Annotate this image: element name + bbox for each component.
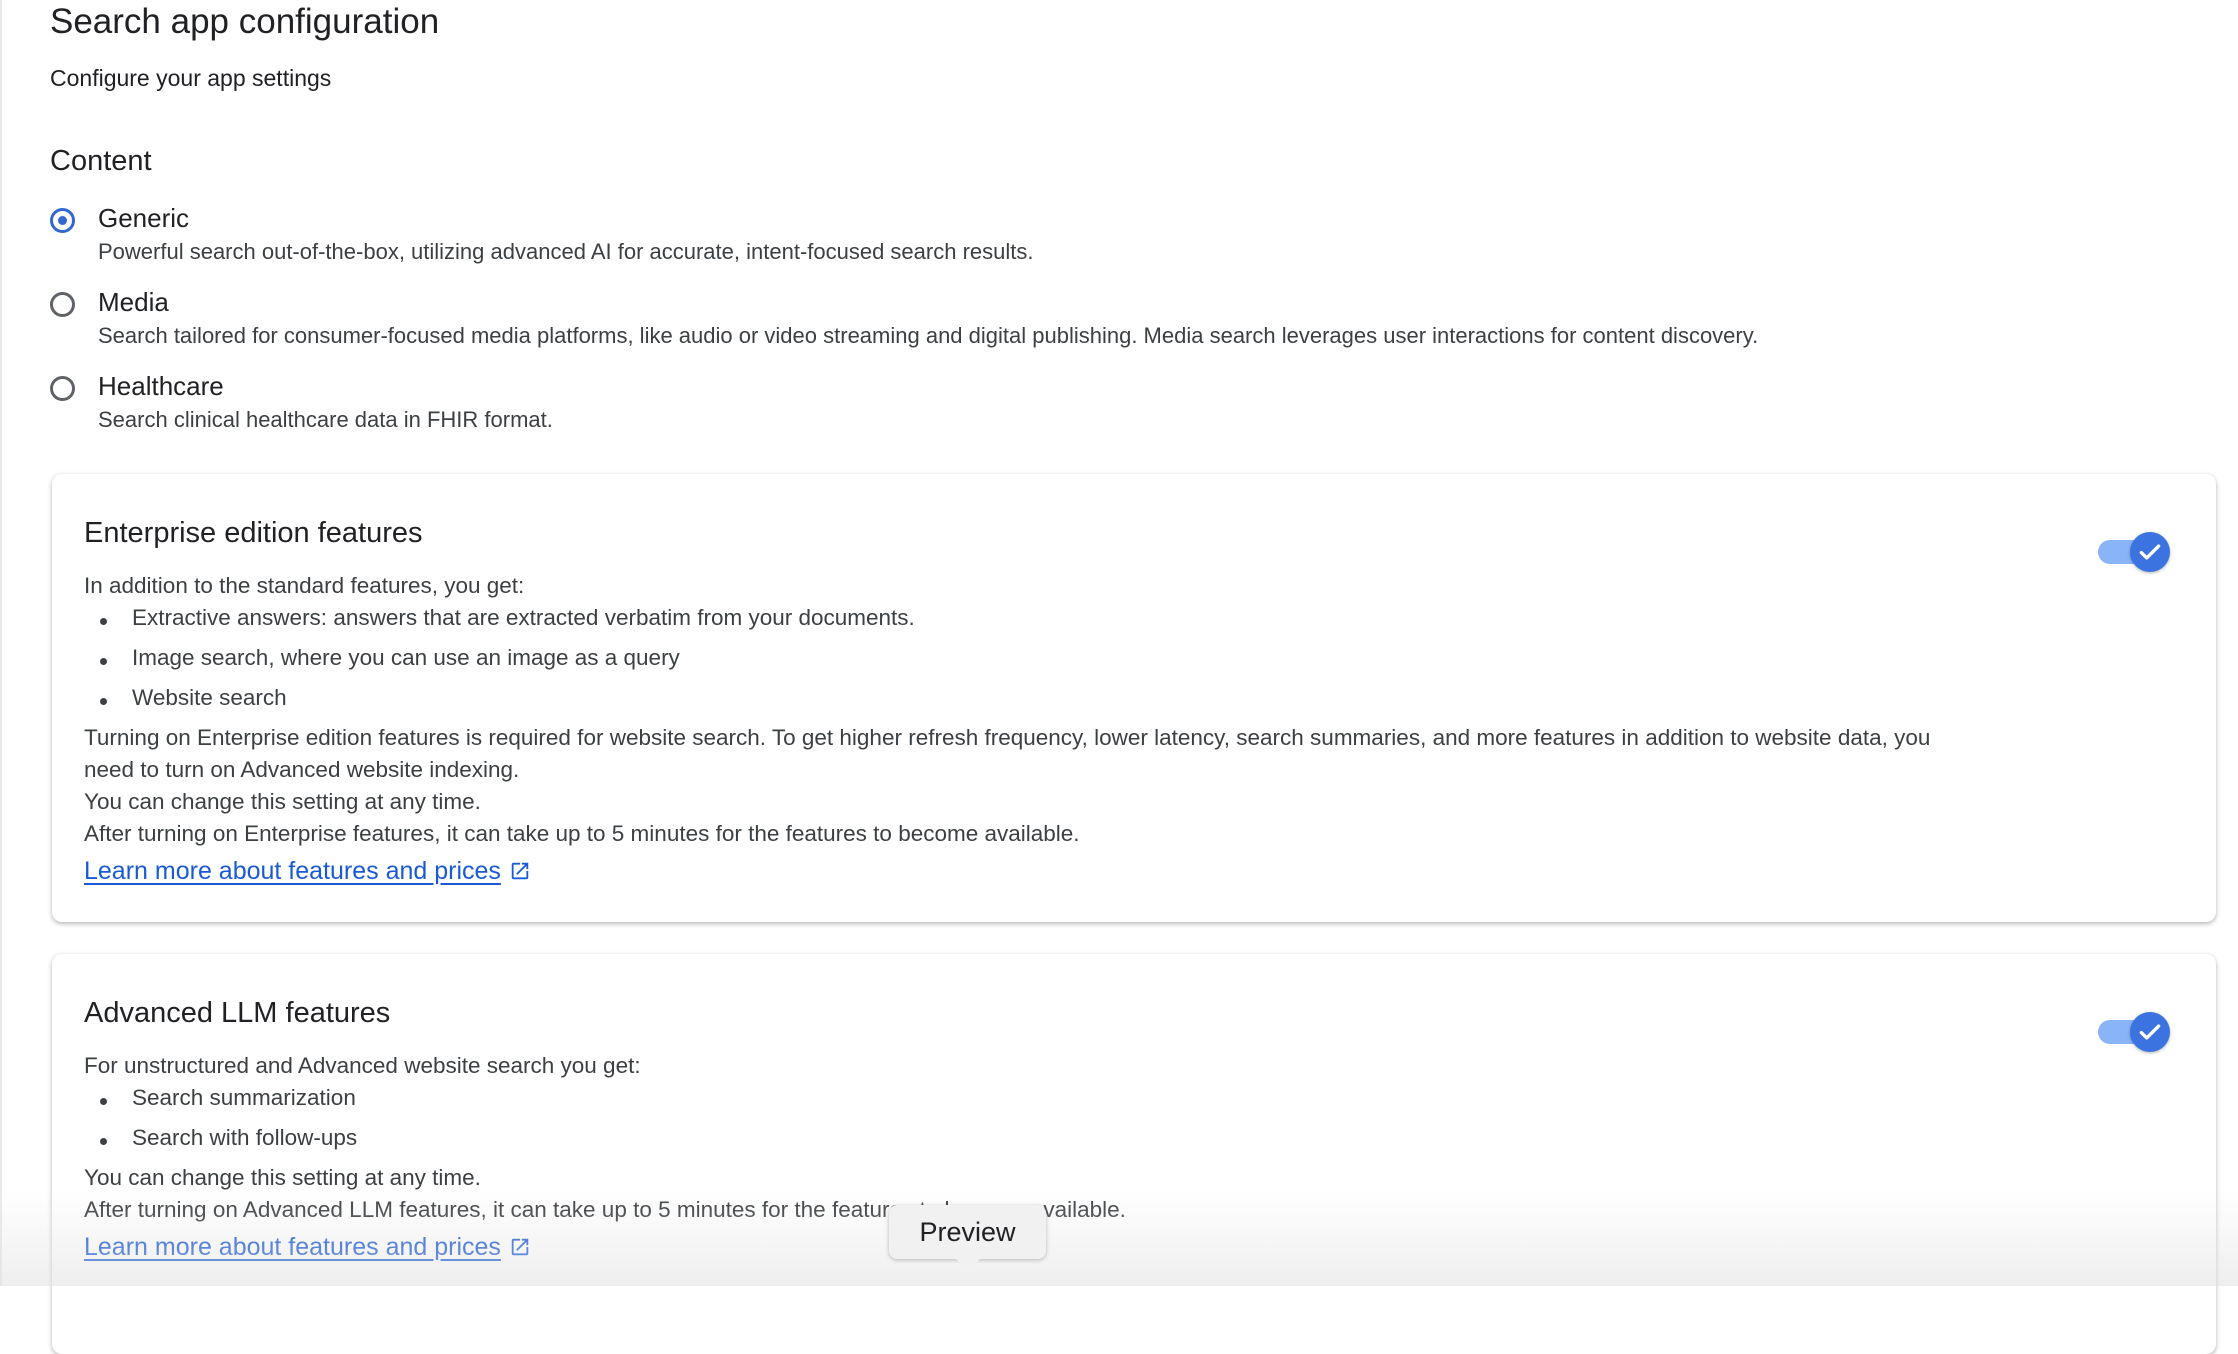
list-item: Search with follow-ups (100, 1122, 357, 1154)
card-intro: For unstructured and Advanced website se… (84, 1053, 641, 1078)
radio-button-media[interactable] (50, 292, 75, 317)
external-link-icon (511, 862, 529, 880)
enterprise-features-card: Enterprise edition features In addition … (52, 474, 2216, 922)
check-icon (2139, 544, 2161, 560)
radio-label: Healthcare (98, 371, 224, 401)
toggle-thumb (2130, 532, 2170, 572)
link-label: Learn more about features and prices (84, 857, 501, 885)
radio-description: Search tailored for consumer-focused med… (98, 323, 1759, 348)
radio-description: Search clinical healthcare data in FHIR … (98, 407, 553, 432)
list-item: Search summarization (100, 1082, 356, 1114)
enterprise-features-toggle[interactable] (2098, 532, 2170, 572)
check-icon (2139, 1024, 2161, 1040)
card-paragraph: need to turn on Advanced website indexin… (84, 757, 520, 782)
left-divider (0, 0, 2, 1286)
preview-tooltip: Preview (889, 1205, 1046, 1271)
radio-label: Generic (98, 203, 190, 233)
card-paragraph: Turning on Enterprise edition features i… (84, 725, 1931, 750)
card-paragraph: After turning on Enterprise features, it… (84, 821, 1080, 846)
radio-button-healthcare[interactable] (50, 376, 75, 401)
learn-more-link[interactable]: Learn more about features and prices (84, 1230, 531, 1264)
card-intro: In addition to the standard features, yo… (84, 573, 525, 598)
learn-more-link[interactable]: Learn more about features and prices (84, 854, 531, 888)
card-paragraph: You can change this setting at any time. (84, 789, 481, 814)
page-title: Search app configuration (50, 2, 440, 41)
content-section-title: Content (50, 145, 152, 177)
list-item: Image search, where you can use an image… (100, 642, 680, 674)
card-title: Enterprise edition features (84, 517, 423, 549)
card-paragraph: You can change this setting at any time. (84, 1165, 481, 1190)
list-item: Extractive answers: answers that are ext… (100, 602, 915, 634)
llm-features-card: Advanced LLM features For unstructured a… (52, 954, 2216, 1354)
toggle-thumb (2130, 1012, 2170, 1052)
card-title: Advanced LLM features (84, 997, 391, 1029)
external-link-icon (511, 1238, 529, 1256)
radio-description: Powerful search out-of-the-box, utilizin… (98, 239, 1034, 264)
radio-label: Media (98, 287, 169, 317)
llm-features-toggle[interactable] (2098, 1012, 2170, 1052)
page-subtitle: Configure your app settings (50, 65, 332, 91)
list-item: Website search (100, 682, 287, 714)
link-label: Learn more about features and prices (84, 1233, 501, 1261)
radio-button-generic[interactable] (50, 208, 75, 233)
